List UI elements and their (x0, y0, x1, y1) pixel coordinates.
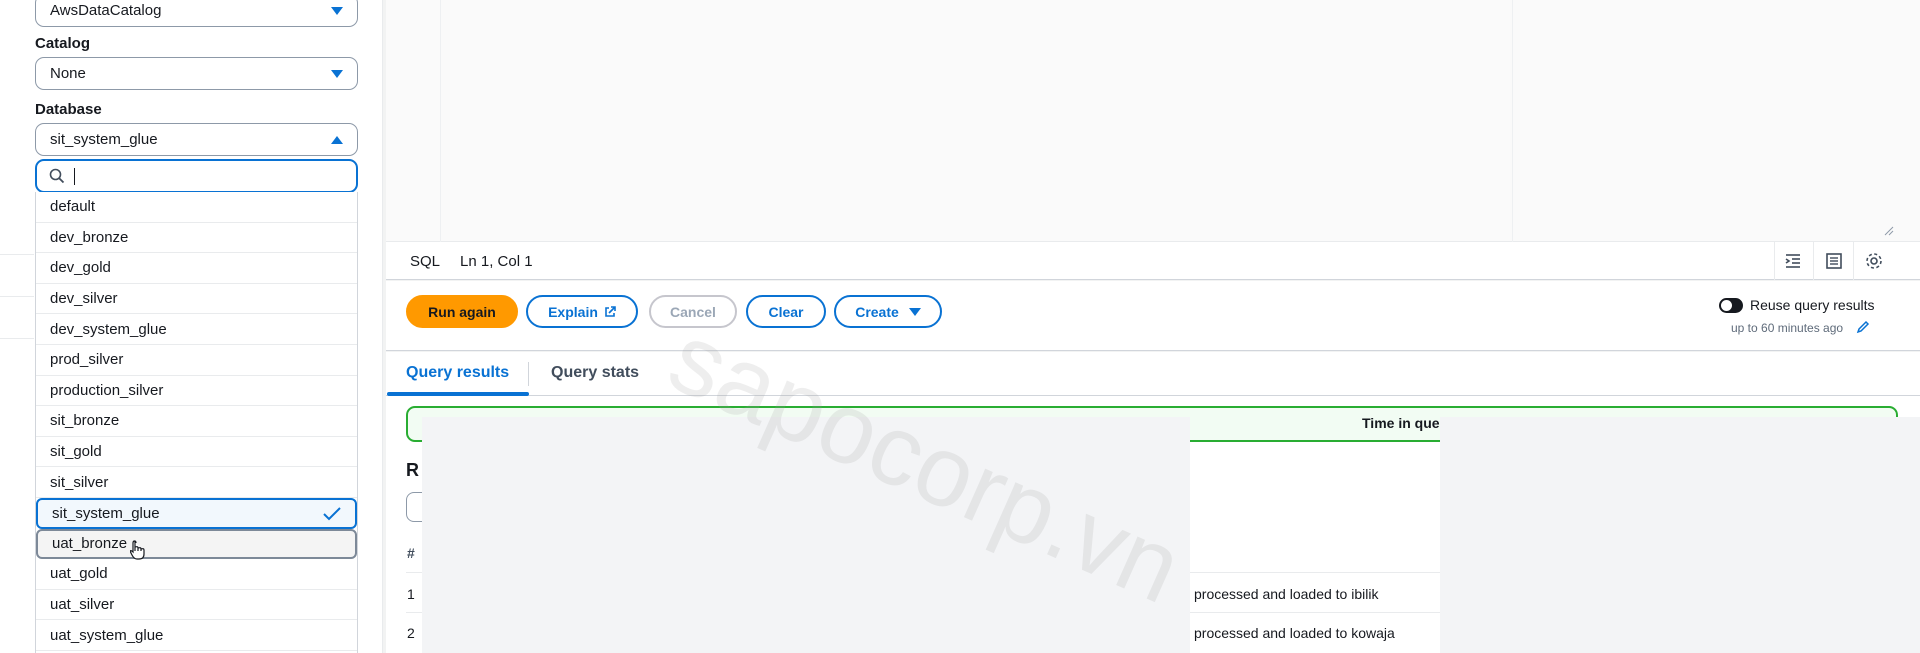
database-option[interactable]: sit_gold (36, 437, 357, 468)
editor-gutter (440, 0, 441, 242)
cancel-button[interactable]: Cancel (649, 295, 737, 328)
format-indent-icon[interactable] (1783, 251, 1803, 271)
divider (528, 362, 529, 386)
search-icon (49, 168, 65, 184)
database-dropdown-list: default dev_bronze dev_gold dev_silver d… (35, 192, 358, 653)
database-option[interactable]: uat_silver (36, 590, 357, 621)
divider (1813, 242, 1814, 280)
reuse-results-label: Reuse query results (1750, 297, 1875, 313)
database-label: Database (35, 101, 102, 118)
caret-up-icon (331, 135, 343, 144)
database-option[interactable]: sit_bronze (36, 406, 357, 437)
option-label: uat_silver (50, 596, 115, 614)
data-source-select[interactable]: AwsDataCatalog (35, 0, 358, 27)
row-number: 1 (407, 586, 415, 602)
option-label: sit_gold (50, 443, 102, 461)
option-label: uat_bronze (52, 535, 128, 553)
clear-label: Clear (768, 303, 804, 320)
external-link-icon (605, 305, 616, 317)
clear-button[interactable]: Clear (746, 295, 826, 328)
caret-down-icon (331, 6, 343, 15)
gear-icon[interactable] (1864, 251, 1884, 271)
database-option[interactable]: dev_bronze (36, 223, 357, 254)
caret-down-icon (331, 69, 343, 78)
divider (0, 254, 34, 255)
option-label: production_silver (50, 381, 164, 399)
query-results-panel: Time in que R # 1 processed and loaded t… (386, 396, 1920, 653)
query-toolbar: Run again Explain Cancel Clear Create Re… (386, 281, 1920, 351)
catalog-value: None (50, 65, 86, 82)
row-number: 2 (407, 625, 415, 641)
language-label: SQL (410, 253, 441, 270)
divider (0, 338, 34, 339)
database-option[interactable]: dev_system_glue (36, 314, 357, 345)
run-again-button[interactable]: Run again (406, 295, 518, 328)
database-option-selected[interactable]: sit_system_glue (36, 497, 357, 529)
divider (1853, 242, 1854, 280)
database-option[interactable]: default (36, 192, 357, 223)
keyboard-shortcuts-icon[interactable] (1824, 251, 1844, 271)
editor-status-bar: SQL Ln 1, Col 1 (386, 242, 1920, 280)
banner-text: Time in que (1362, 415, 1440, 431)
option-label: default (50, 198, 96, 216)
database-value: sit_system_glue (50, 131, 158, 148)
database-option[interactable]: sit_silver (36, 467, 357, 498)
create-label: Create (855, 303, 899, 320)
row-cell-text: processed and loaded to kowaja (1194, 625, 1395, 641)
option-label: uat_system_glue (50, 626, 164, 644)
option-label: sit_bronze (50, 412, 120, 430)
database-option[interactable]: dev_gold (36, 253, 357, 284)
row-cell-text: processed and loaded to ibilik (1194, 586, 1379, 602)
redacted-region (1440, 417, 1920, 653)
caret-down-icon (908, 307, 921, 316)
option-label: uat_gold (50, 565, 108, 583)
edit-icon[interactable] (1856, 320, 1870, 334)
option-label: sit_system_glue (52, 504, 160, 522)
divider (1774, 242, 1775, 280)
query-settings-panel: AwsDataCatalog Catalog None Database sit… (0, 0, 383, 653)
run-again-label: Run again (428, 303, 496, 320)
database-option[interactable]: uat_system_glue (36, 620, 357, 651)
option-label: sit_silver (50, 473, 109, 491)
option-label: prod_silver (50, 351, 124, 369)
option-label: dev_bronze (50, 228, 129, 246)
explain-label: Explain (548, 303, 598, 320)
database-select[interactable]: sit_system_glue (35, 123, 358, 156)
editor-divider (1512, 0, 1513, 242)
redacted-region (422, 417, 1190, 653)
tab-query-results[interactable]: Query results (406, 364, 509, 382)
database-option[interactable]: dev_silver (36, 284, 357, 315)
reuse-results-subtext: up to 60 minutes ago (1731, 321, 1844, 335)
column-header-number: # (407, 545, 415, 561)
divider (0, 296, 34, 297)
database-option-hovered[interactable]: uat_bronze (36, 528, 357, 560)
option-label: dev_system_glue (50, 320, 167, 338)
checkmark-icon (323, 507, 341, 521)
data-source-value: AwsDataCatalog (50, 2, 162, 19)
database-option[interactable]: production_silver (36, 376, 357, 407)
resize-handle-icon[interactable] (1884, 226, 1894, 236)
results-tabs: Query results Query stats (386, 352, 1920, 396)
catalog-select[interactable]: None (35, 57, 358, 90)
tab-query-stats[interactable]: Query stats (551, 364, 639, 382)
database-option[interactable]: prod_silver (36, 345, 357, 376)
query-editor[interactable] (386, 0, 1920, 242)
hand-pointer-icon (130, 539, 145, 560)
cursor-position: Ln 1, Col 1 (460, 253, 533, 270)
create-button[interactable]: Create (834, 295, 942, 328)
text-cursor (74, 167, 75, 185)
reuse-results-toggle[interactable] (1719, 298, 1743, 313)
option-label: dev_gold (50, 259, 111, 277)
catalog-label: Catalog (35, 35, 91, 52)
explain-button[interactable]: Explain (526, 295, 638, 328)
results-title: R (406, 460, 419, 480)
database-search-input[interactable] (35, 159, 358, 193)
cancel-label: Cancel (670, 303, 716, 320)
database-option[interactable]: uat_gold (36, 559, 357, 590)
option-label: dev_silver (50, 290, 118, 308)
